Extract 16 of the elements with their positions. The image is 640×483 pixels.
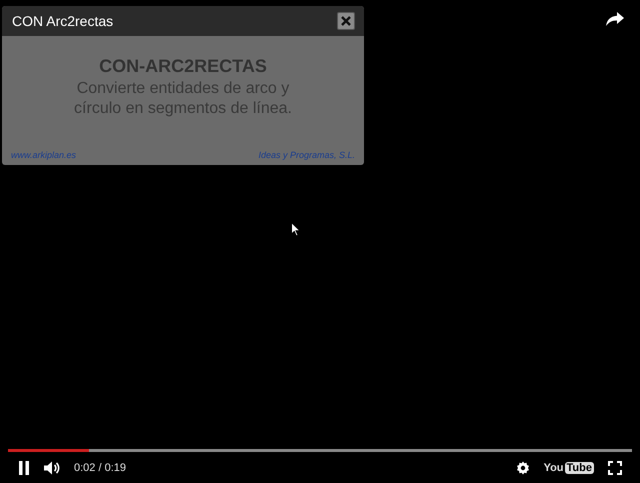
volume-icon (44, 460, 60, 474)
time-display: 0:02 / 0:19 (74, 462, 126, 474)
pause-button[interactable] (18, 460, 30, 474)
fullscreen-button[interactable] (608, 460, 622, 474)
volume-button[interactable] (44, 460, 60, 474)
fullscreen-icon (608, 460, 622, 474)
settings-button[interactable] (516, 460, 530, 474)
card-heading: CON-ARC2RECTAS (99, 56, 267, 77)
close-icon (341, 16, 351, 26)
card-title: CON Arc2rectas (12, 13, 114, 29)
share-icon[interactable] (606, 12, 624, 26)
website-link[interactable]: www.arkiplan.es (11, 150, 76, 160)
close-button[interactable] (337, 12, 355, 30)
company-link[interactable]: Ideas y Programas, S.L. (258, 150, 355, 160)
mouse-pointer-icon (291, 222, 301, 237)
settings-icon (516, 460, 530, 474)
